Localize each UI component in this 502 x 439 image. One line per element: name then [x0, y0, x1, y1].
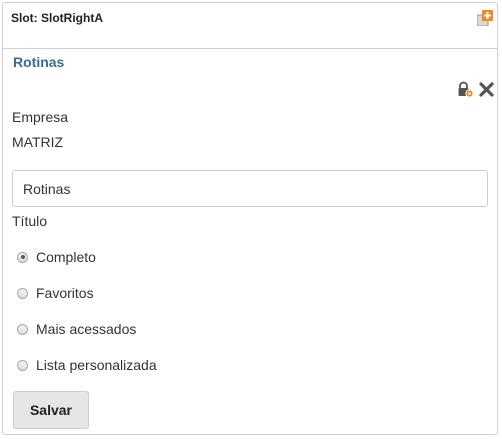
radio-label: Completo: [36, 249, 96, 265]
radio-button[interactable]: [17, 251, 28, 263]
save-button[interactable]: Salvar: [13, 391, 89, 429]
radio-option-favoritos[interactable]: Favoritos: [17, 284, 94, 302]
slot-container: Slot: SlotRightA Rotinas Empresa MATRIZ …: [2, 2, 498, 435]
radio-label: Mais acessados: [36, 321, 137, 337]
add-portlet-icon[interactable]: [476, 10, 493, 27]
title-input[interactable]: [12, 170, 488, 207]
close-icon[interactable]: [478, 81, 495, 98]
radio-button[interactable]: [17, 287, 28, 299]
company-value: MATRIZ: [12, 134, 64, 150]
radio-option-mais-acessados[interactable]: Mais acessados: [17, 320, 136, 338]
radio-button[interactable]: [17, 323, 28, 335]
company-label: Empresa: [12, 109, 69, 125]
slot-header: Slot: SlotRightA: [3, 3, 497, 49]
radio-option-completo[interactable]: Completo: [17, 248, 96, 266]
radio-label: Favoritos: [36, 285, 94, 301]
radio-button[interactable]: [17, 359, 28, 371]
title-label: Título: [12, 213, 48, 229]
radio-label: Lista personalizada: [36, 357, 157, 373]
slot-title: Slot: SlotRightA: [11, 11, 103, 25]
radio-option-lista-personalizada[interactable]: Lista personalizada: [17, 356, 157, 374]
portlet-tools: [457, 80, 495, 98]
lock-settings-icon[interactable]: [457, 81, 474, 98]
portlet-title: Rotinas: [13, 54, 65, 70]
